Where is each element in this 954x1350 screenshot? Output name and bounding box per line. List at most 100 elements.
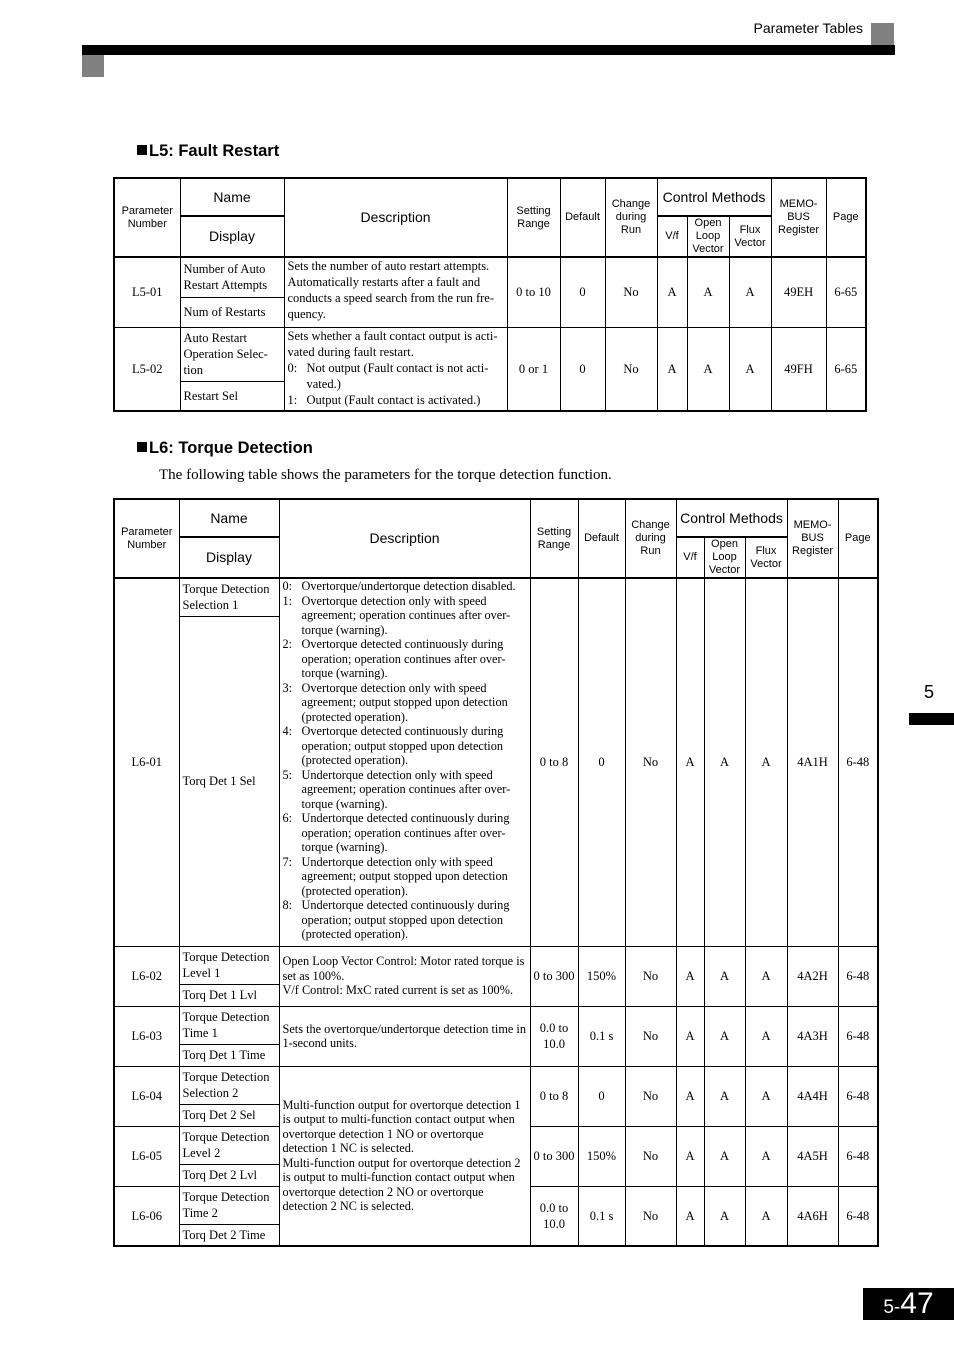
option-text: Overtorque detected continuously during … (301, 637, 506, 680)
page-number-page: 47 (900, 1287, 934, 1320)
col-header-default: Default (559, 177, 606, 258)
fv-access: A (728, 326, 772, 412)
option-item: 1: Overtorque detection only with speed a… (283, 594, 527, 638)
option-item: 8: Undertorque detected continuously duri… (283, 898, 527, 942)
col-header-name: Name (178, 498, 280, 538)
col-header-page: Page (825, 177, 867, 258)
option-text: Undertorque detection only with speed ag… (301, 767, 511, 811)
change-during-run: No (624, 945, 677, 1007)
col-header-param-number: Parameter Number (113, 498, 180, 579)
param-display: Torq Det 1 Time (178, 1043, 280, 1067)
memobus-register: 4A3H (786, 1005, 839, 1067)
option-item: 7: Undertorque detection only with speed … (283, 855, 527, 899)
vf-access: A (675, 1065, 705, 1127)
option-text: Not output (Fault contact is not acti-va… (306, 360, 489, 391)
page-ref: 6-65 (825, 326, 867, 412)
col-header-setting-range: Setting Range (529, 498, 579, 579)
option-item: 1: Output (Fault contact is activated.) (288, 392, 504, 408)
param-description: Sets the number of auto restart attempts… (283, 256, 508, 328)
default-value: 0 (577, 577, 626, 947)
memobus-register: 49FH (770, 326, 827, 412)
header-rule (82, 45, 895, 55)
vf-access: A (656, 326, 688, 412)
header-marker-left (82, 55, 104, 77)
option-item: 3: Overtorque detection only with speed a… (283, 681, 527, 725)
col-header-vf: V/f (675, 536, 705, 579)
vf-access: A (675, 1125, 705, 1187)
page-ref: 6-65 (825, 256, 867, 328)
col-header-display: Display (178, 536, 280, 579)
option-text: Overtorque detection only with speed agr… (301, 593, 511, 637)
col-header-name: Name (179, 177, 285, 217)
fv-access: A (744, 1125, 788, 1187)
olv-access: A (686, 256, 730, 328)
param-number: L5-02 (113, 326, 181, 412)
table-row: L5-01 Number of Auto Restart Attempts Se… (113, 256, 867, 328)
col-header-memobus-register: MEMO-BUS Register (770, 177, 827, 258)
option-item: 0: Overtorque/undertorque detection disab… (283, 579, 527, 594)
table-row: L6-01 Torque Detection Selection 1 0: Ove… (113, 577, 879, 947)
col-header-display: Display (179, 215, 285, 258)
param-name: Torque Detection Selection 1 (178, 577, 280, 617)
default-value: 0 (559, 326, 606, 412)
fv-access: A (728, 256, 772, 328)
param-number: L6-02 (113, 945, 180, 1007)
param-description: Open Loop Vector Control: Motor rated to… (278, 945, 531, 1007)
param-description-shared: Multi-function output for overtorque det… (278, 1065, 531, 1247)
fv-access: A (744, 1005, 788, 1067)
param-description: Sets whether a fault contact output is a… (283, 326, 508, 412)
fv-access: A (744, 1065, 788, 1127)
section-heading-l5-text: L5: Fault Restart (149, 142, 280, 160)
option-text: Undertorque detected continuously during… (301, 811, 510, 854)
param-display: Restart Sel (179, 380, 285, 412)
param-description: Sets the overtorque/undertorque detectio… (278, 1005, 531, 1067)
param-number: L6-06 (113, 1185, 180, 1247)
param-display: Torq Det 1 Sel (178, 615, 280, 947)
change-during-run: No (624, 1065, 677, 1127)
param-name: Torque Detection Selection 2 (178, 1065, 280, 1105)
change-during-run: No (624, 1005, 677, 1067)
param-display: Torq Det 2 Lvl (178, 1163, 280, 1187)
option-key: 4: (282, 724, 293, 738)
fv-access: A (744, 577, 788, 947)
col-header-description: Description (278, 498, 531, 579)
param-display: Torq Det 2 Time (178, 1223, 280, 1247)
option-key: 1: (282, 593, 293, 608)
fv-access: A (744, 945, 788, 1007)
col-header-flux-vector: Flux Vector (728, 215, 772, 258)
memobus-register: 4A1H (786, 577, 839, 947)
memobus-register: 4A6H (786, 1185, 839, 1247)
option-item: 5: Undertorque detection only with speed … (283, 768, 527, 812)
page-number-badge: 5-47 (863, 1288, 954, 1320)
page-number-chapter: 5- (883, 1297, 901, 1318)
option-key: 1: (287, 392, 298, 407)
option-item: 4: Overtorque detected continuously durin… (283, 724, 527, 768)
param-display: Torq Det 1 Lvl (178, 983, 280, 1007)
param-name: Torque Detection Time 2 (178, 1185, 280, 1225)
olv-access: A (703, 945, 746, 1007)
square-bullet-icon (137, 145, 147, 155)
param-number: L6-01 (113, 577, 180, 947)
l6-parameter-table: Parameter Number Name Description Settin… (113, 498, 880, 1247)
table-row: L6-02 Torque Detection Level 1 Open Loop… (113, 945, 879, 1007)
option-key: 7: (282, 854, 293, 869)
change-during-run: No (624, 1125, 677, 1187)
page-ref: 6-48 (837, 577, 879, 947)
running-header-title: Parameter Tables (753, 20, 863, 36)
description-line: Multi-function output for overtorque det… (282, 1097, 521, 1156)
param-number: L5-01 (113, 256, 181, 328)
col-header-flux-vector: Flux Vector (744, 536, 788, 579)
param-number: L6-04 (113, 1065, 180, 1127)
option-key: 0: (287, 360, 298, 375)
setting-range: 0 to 300 (529, 945, 579, 1007)
description-intro: Sets whether a fault contact output is a… (287, 328, 498, 359)
change-during-run: No (624, 577, 677, 947)
col-header-description: Description (283, 177, 508, 258)
col-header-change-during-run: Change during Run (604, 177, 658, 258)
col-header-setting-range: Setting Range (506, 177, 561, 258)
param-number: L6-03 (113, 1005, 180, 1067)
option-key: 5: (282, 767, 293, 782)
setting-range: 0 to 300 (529, 1125, 579, 1187)
memobus-register: 49EH (770, 256, 827, 328)
setting-range: 0 to 10 (506, 256, 561, 328)
